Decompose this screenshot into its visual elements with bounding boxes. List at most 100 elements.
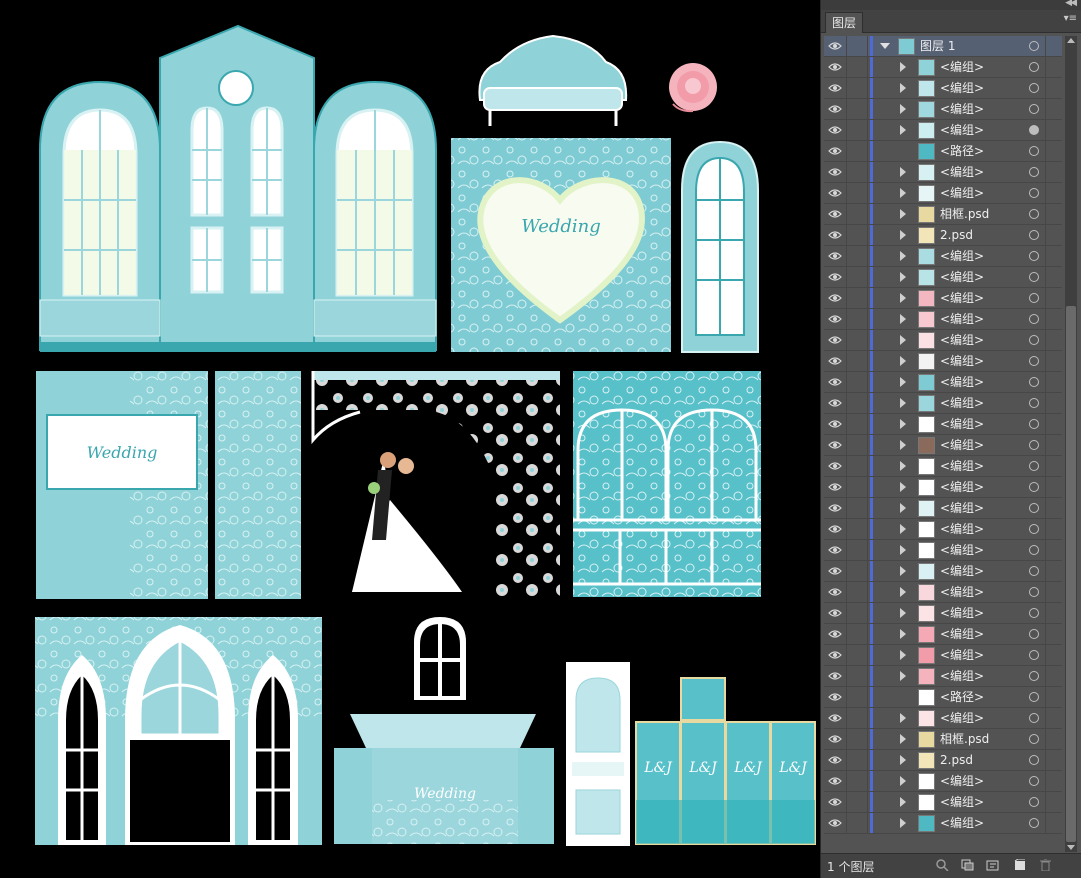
visibility-eye-icon[interactable]	[824, 519, 847, 539]
expand-arrow-icon[interactable]	[900, 545, 906, 555]
layer-row[interactable]: <编组>	[824, 435, 1062, 456]
layer-row[interactable]: <编组>	[824, 603, 1062, 624]
target-circle-icon[interactable]	[1029, 377, 1039, 387]
layer-row[interactable]: <编组>	[824, 309, 1062, 330]
expand-arrow-icon[interactable]	[880, 43, 890, 49]
visibility-eye-icon[interactable]	[824, 456, 847, 476]
expand-arrow-icon[interactable]	[900, 608, 906, 618]
selection-box[interactable]	[1045, 813, 1062, 833]
selection-box[interactable]	[1045, 183, 1062, 203]
expand-arrow-icon[interactable]	[900, 734, 906, 744]
layer-row[interactable]: 图层 1	[824, 36, 1062, 57]
lock-toggle[interactable]	[847, 582, 868, 602]
delete-layer-icon[interactable]	[1039, 859, 1052, 871]
lock-toggle[interactable]	[847, 36, 868, 56]
layer-name[interactable]: <编组>	[940, 351, 984, 371]
target-circle-icon[interactable]	[1029, 482, 1039, 492]
lock-toggle[interactable]	[847, 666, 868, 686]
target-circle-icon[interactable]	[1029, 713, 1039, 723]
lock-toggle[interactable]	[847, 393, 868, 413]
layer-row[interactable]: <编组>	[824, 456, 1062, 477]
layer-row[interactable]: <编组>	[824, 645, 1062, 666]
target-circle-icon[interactable]	[1029, 83, 1039, 93]
expand-arrow-icon[interactable]	[900, 629, 906, 639]
layer-name[interactable]: <编组>	[940, 288, 984, 308]
layer-list-scrollbar[interactable]	[1065, 36, 1077, 852]
selection-box[interactable]	[1045, 99, 1062, 119]
target-circle-icon[interactable]	[1029, 125, 1039, 135]
layer-name[interactable]: <编组>	[940, 246, 984, 266]
layer-row[interactable]: <编组>	[824, 351, 1062, 372]
target-circle-icon[interactable]	[1029, 608, 1039, 618]
visibility-eye-icon[interactable]	[824, 267, 847, 287]
expand-arrow-icon[interactable]	[900, 461, 906, 471]
target-circle-icon[interactable]	[1029, 335, 1039, 345]
layer-name[interactable]: <编组>	[940, 393, 984, 413]
panel-menu-icon[interactable]: ▾≡	[1064, 13, 1077, 24]
lock-toggle[interactable]	[847, 687, 868, 707]
layer-name[interactable]: <编组>	[940, 456, 984, 476]
lock-toggle[interactable]	[847, 288, 868, 308]
selection-box[interactable]	[1045, 666, 1062, 686]
layer-row[interactable]: <编组>	[824, 393, 1062, 414]
selection-box[interactable]	[1045, 393, 1062, 413]
visibility-eye-icon[interactable]	[824, 99, 847, 119]
selection-box[interactable]	[1045, 771, 1062, 791]
selection-box[interactable]	[1045, 120, 1062, 140]
layer-row[interactable]: <路径>	[824, 687, 1062, 708]
expand-arrow-icon[interactable]	[900, 482, 906, 492]
expand-arrow-icon[interactable]	[900, 83, 906, 93]
lock-toggle[interactable]	[847, 498, 868, 518]
expand-arrow-icon[interactable]	[900, 713, 906, 723]
lock-toggle[interactable]	[847, 729, 868, 749]
expand-arrow-icon[interactable]	[900, 776, 906, 786]
layer-row[interactable]: 相框.psd	[824, 204, 1062, 225]
lock-toggle[interactable]	[847, 57, 868, 77]
collapse-panel-icon[interactable]: ◀◀	[1065, 0, 1077, 8]
visibility-eye-icon[interactable]	[824, 225, 847, 245]
selection-box[interactable]	[1045, 414, 1062, 434]
layer-name[interactable]: <编组>	[940, 435, 984, 455]
selection-box[interactable]	[1045, 708, 1062, 728]
target-circle-icon[interactable]	[1029, 419, 1039, 429]
layer-row[interactable]: <编组>	[824, 666, 1062, 687]
target-circle-icon[interactable]	[1029, 146, 1039, 156]
target-circle-icon[interactable]	[1029, 671, 1039, 681]
expand-arrow-icon[interactable]	[900, 503, 906, 513]
visibility-eye-icon[interactable]	[824, 498, 847, 518]
expand-arrow-icon[interactable]	[900, 104, 906, 114]
visibility-eye-icon[interactable]	[824, 750, 847, 770]
expand-arrow-icon[interactable]	[900, 272, 906, 282]
selection-box[interactable]	[1045, 288, 1062, 308]
selection-box[interactable]	[1045, 330, 1062, 350]
layer-name[interactable]: <编组>	[940, 183, 984, 203]
expand-arrow-icon[interactable]	[900, 335, 906, 345]
lock-toggle[interactable]	[847, 624, 868, 644]
target-circle-icon[interactable]	[1029, 524, 1039, 534]
scroll-thumb[interactable]	[1066, 306, 1076, 842]
layer-name[interactable]: <编组>	[940, 330, 984, 350]
visibility-eye-icon[interactable]	[824, 666, 847, 686]
layer-name[interactable]: <编组>	[940, 57, 984, 77]
layer-name[interactable]: <编组>	[940, 372, 984, 392]
layer-name[interactable]: <编组>	[940, 99, 984, 119]
selection-box[interactable]	[1045, 162, 1062, 182]
visibility-eye-icon[interactable]	[824, 393, 847, 413]
expand-arrow-icon[interactable]	[900, 419, 906, 429]
visibility-eye-icon[interactable]	[824, 477, 847, 497]
layer-row[interactable]: <编组>	[824, 372, 1062, 393]
selection-box[interactable]	[1045, 456, 1062, 476]
target-circle-icon[interactable]	[1029, 692, 1039, 702]
layer-row[interactable]: <编组>	[824, 246, 1062, 267]
lock-toggle[interactable]	[847, 540, 868, 560]
layer-row[interactable]: <编组>	[824, 708, 1062, 729]
selection-box[interactable]	[1045, 57, 1062, 77]
lock-toggle[interactable]	[847, 351, 868, 371]
selection-box[interactable]	[1045, 372, 1062, 392]
selection-box[interactable]	[1045, 645, 1062, 665]
visibility-eye-icon[interactable]	[824, 687, 847, 707]
visibility-eye-icon[interactable]	[824, 120, 847, 140]
layer-name[interactable]: <编组>	[940, 414, 984, 434]
tab-layers[interactable]: 图层	[825, 12, 864, 33]
layer-row[interactable]: <编组>	[824, 498, 1062, 519]
